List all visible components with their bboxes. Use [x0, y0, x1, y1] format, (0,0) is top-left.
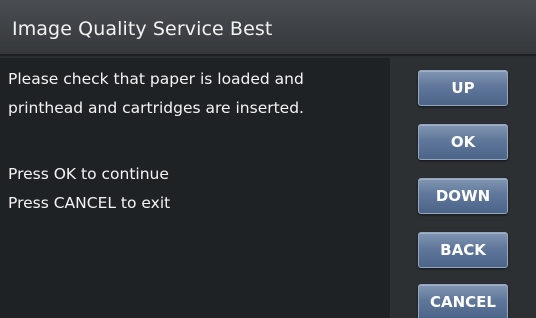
ok-button[interactable]: OK [418, 124, 508, 160]
down-button[interactable]: DOWN [418, 178, 508, 214]
message-line-paper: Please check that paper is loaded and [8, 70, 304, 88]
up-button[interactable]: UP [418, 70, 508, 106]
cancel-button[interactable]: CANCEL [418, 284, 508, 318]
message-panel: Please check that paper is loaded and pr… [0, 58, 390, 318]
back-button[interactable]: BACK [418, 232, 508, 268]
button-column: UP OK DOWN BACK CANCEL [390, 58, 536, 318]
message-line-printhead: printhead and cartridges are inserted. [8, 99, 304, 117]
printer-display: Image Quality Service Best Please check … [0, 0, 536, 318]
title-bar: Image Quality Service Best [0, 0, 536, 56]
screen-title: Image Quality Service Best [12, 18, 273, 40]
instruction-cancel: Press CANCEL to exit [8, 194, 171, 212]
instruction-ok: Press OK to continue [8, 165, 169, 183]
